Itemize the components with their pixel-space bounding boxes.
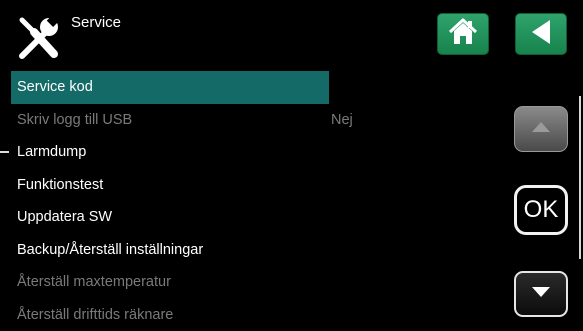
scrollbar[interactable] — [579, 96, 581, 259]
menu-item-label: Funktionstest — [17, 176, 104, 193]
ok-button[interactable]: OK — [514, 185, 568, 235]
menu-item-label: Återställ drifttids räknare — [17, 306, 174, 323]
home-button[interactable] — [437, 13, 489, 55]
menu-item-uppdatera-sw[interactable]: Uppdatera SW — [11, 201, 481, 234]
page-title: Service — [71, 14, 122, 31]
tools-icon — [14, 12, 64, 62]
scroll-up-button[interactable] — [514, 106, 568, 152]
home-icon — [448, 18, 478, 51]
menu-item-label: Skriv logg till USB — [17, 111, 133, 128]
menu-item-aterstall-maxtemperatur[interactable]: Återställ maxtemperatur — [11, 266, 481, 299]
menu-item-backup[interactable]: Backup/Återställ inställningar — [11, 234, 481, 267]
menu-item-service-kod[interactable]: Service kod — [11, 71, 329, 104]
menu-item-larmdump[interactable]: Larmdump — [11, 136, 481, 169]
back-arrow-icon — [528, 18, 554, 51]
service-menu: Service kod Skriv logg till USB Nej Larm… — [11, 71, 481, 331]
arrow-up-icon — [530, 120, 552, 139]
menu-item-label: Service kod — [17, 79, 93, 95]
menu-item-value: Nej — [331, 111, 353, 128]
menu-item-label: Backup/Återställ inställningar — [17, 241, 204, 258]
scroll-down-button[interactable] — [514, 271, 568, 317]
arrow-down-icon — [530, 285, 552, 304]
service-screen: Service Service kod Skriv logg till USB … — [0, 0, 583, 331]
menu-item-aterstall-drifttid[interactable]: Återställ drifttids räknare — [11, 299, 481, 331]
menu-item-funktionstest[interactable]: Funktionstest — [11, 169, 481, 202]
menu-item-label: Larmdump — [17, 144, 87, 160]
menu-item-label: Återställ maxtemperatur — [17, 274, 171, 290]
divider — [0, 151, 9, 153]
menu-item-label: Uppdatera SW — [17, 209, 113, 225]
menu-item-skriv-logg[interactable]: Skriv logg till USB Nej — [11, 104, 481, 137]
back-button[interactable] — [515, 13, 567, 55]
